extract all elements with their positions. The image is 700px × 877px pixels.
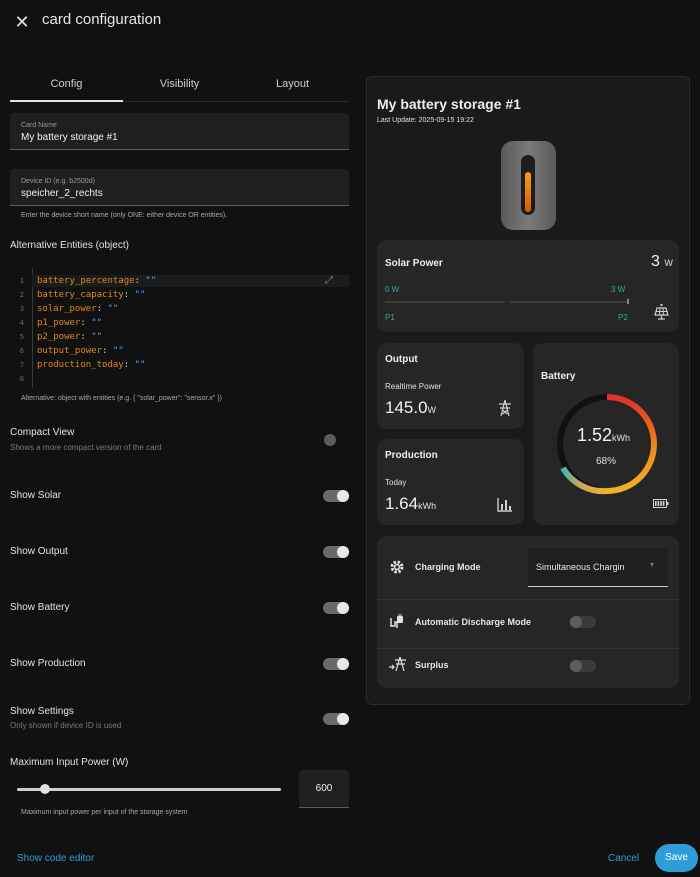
solar-p1-label: P1 [385, 313, 395, 322]
battery-percent: 68% [596, 456, 617, 467]
cancel-button[interactable]: Cancel [608, 853, 639, 864]
divider [377, 648, 679, 649]
tab-bar: Config Visibility Layout [10, 72, 349, 102]
solar-p2-label: P2 [618, 313, 628, 322]
gear-icon [390, 560, 404, 574]
solar-power-card [377, 240, 679, 332]
alt-entities-helper: Alternative: object with entities (e.g. … [21, 395, 222, 402]
show-battery-toggle[interactable] [323, 602, 349, 614]
charging-mode-label: Charging Mode [415, 562, 481, 572]
expand-icon[interactable]: ⤢ [325, 275, 339, 287]
show-settings-sub: Only shown if device ID is used [10, 721, 122, 730]
output-unit: W [427, 405, 437, 415]
device-id-field[interactable]: Device ID (e.g. b2500d) speicher_2_recht… [10, 169, 349, 206]
charging-mode-value: Simultaneous Chargin [536, 562, 625, 572]
solar-power-value-wrap: 3 W [651, 253, 673, 271]
code-editor[interactable]: 1 battery_percentage: "" 2 battery_capacit… [10, 262, 349, 388]
alt-entities-title: Alternative Entities (object) [10, 240, 129, 251]
production-sub: Today [385, 478, 407, 487]
code-line: 8 [19, 375, 24, 383]
battery-value: 1.52 [577, 425, 613, 445]
code-line: 4 p1_power: "" [19, 318, 103, 328]
solar-power-value: 3 [651, 253, 660, 270]
ev-plug-icon [390, 614, 403, 628]
output-value: 145.0 [385, 398, 428, 417]
battery-level-indicator [525, 172, 531, 212]
code-line: 5 p2_power: "" [19, 332, 103, 342]
tab-layout[interactable]: Layout [236, 72, 349, 101]
code-line: 2 battery_capacity: "" [19, 290, 146, 300]
auto-discharge-label: Automatic Discharge Mode [415, 617, 532, 627]
battery-unit: kWh [612, 433, 631, 443]
solar-p1-bar [385, 301, 505, 303]
solar-panel-icon [654, 303, 669, 320]
chevron-down-icon: ▾ [649, 560, 654, 569]
output-title: Output [385, 354, 418, 365]
solar-p2-bar [509, 301, 629, 303]
show-production-label: Show Production [10, 658, 86, 669]
production-unit: kWh [418, 501, 437, 511]
device-id-value: speicher_2_rechts [21, 188, 103, 199]
close-button[interactable]: ✕ [10, 10, 34, 34]
solar-power-title: Solar Power [385, 258, 443, 269]
compact-view-label: Compact View [10, 427, 75, 438]
battery-title: Battery [541, 371, 576, 382]
show-solar-toggle[interactable] [323, 490, 349, 502]
surplus-tower-icon [389, 656, 406, 672]
code-line: 1 battery_percentage: "" [19, 276, 157, 286]
show-code-editor-link[interactable]: Show code editor [17, 853, 94, 864]
auto-discharge-toggle[interactable] [570, 616, 596, 628]
bar-chart-icon [497, 498, 512, 512]
max-input-slider-track[interactable] [17, 788, 281, 791]
card-name-field[interactable]: Card Name My battery storage #1 [10, 113, 349, 150]
save-button[interactable]: Save [655, 844, 698, 872]
show-output-toggle[interactable] [323, 546, 349, 558]
surplus-label: Surplus [415, 660, 449, 670]
charging-mode-select[interactable]: Simultaneous Chargin ▾ [528, 548, 668, 587]
output-value-wrap: 145.0W [385, 398, 436, 418]
solar-power-unit: W [664, 258, 673, 268]
battery-value-wrap: 1.52kWh [577, 425, 630, 446]
production-value: 1.64 [385, 494, 419, 513]
show-production-toggle[interactable] [323, 658, 349, 670]
device-id-helper: Enter the device short name (only ONE: e… [21, 212, 228, 219]
show-solar-label: Show Solar [10, 490, 62, 501]
divider [377, 599, 679, 600]
output-sub: Realtime Power [385, 382, 442, 391]
device-id-label: Device ID (e.g. b2500d) [21, 178, 95, 185]
compact-view-sub: Shows a more compact version of the card [10, 443, 162, 452]
compact-view-toggle[interactable] [324, 434, 350, 446]
solar-p1-value: 0 W [385, 285, 400, 294]
solar-p2-value: 3 W [611, 285, 626, 294]
code-line: 7 production_today: "" [19, 360, 146, 370]
dialog-title: card configuration [42, 11, 162, 28]
code-line: 3 solar_power: "" [19, 304, 119, 314]
code-line: 6 output_power: "" [19, 346, 124, 356]
production-value-wrap: 1.64kWh [385, 494, 436, 514]
tab-visibility[interactable]: Visibility [123, 72, 236, 101]
show-settings-toggle[interactable] [323, 713, 349, 725]
card-name-label: Card Name [21, 122, 57, 129]
preview-title: My battery storage #1 [377, 96, 521, 112]
production-title: Production [385, 450, 438, 461]
surplus-toggle[interactable] [570, 660, 596, 672]
max-input-number[interactable]: 600 [299, 770, 349, 808]
show-output-label: Show Output [10, 546, 68, 557]
transmission-tower-icon [499, 399, 511, 417]
battery-icon [653, 499, 669, 508]
card-name-value: My battery storage #1 [21, 132, 118, 143]
preview-last-update: Last Update: 2025-09-15 19:22 [377, 117, 474, 124]
close-icon: ✕ [14, 12, 30, 32]
tab-config[interactable]: Config [10, 72, 123, 102]
show-battery-label: Show Battery [10, 602, 70, 613]
max-input-helper: Maximum input power per input of the sto… [21, 809, 188, 816]
show-settings-label: Show Settings [10, 706, 74, 717]
max-input-label: Maximum Input Power (W) [10, 757, 129, 768]
max-input-slider-knob[interactable] [40, 784, 50, 794]
